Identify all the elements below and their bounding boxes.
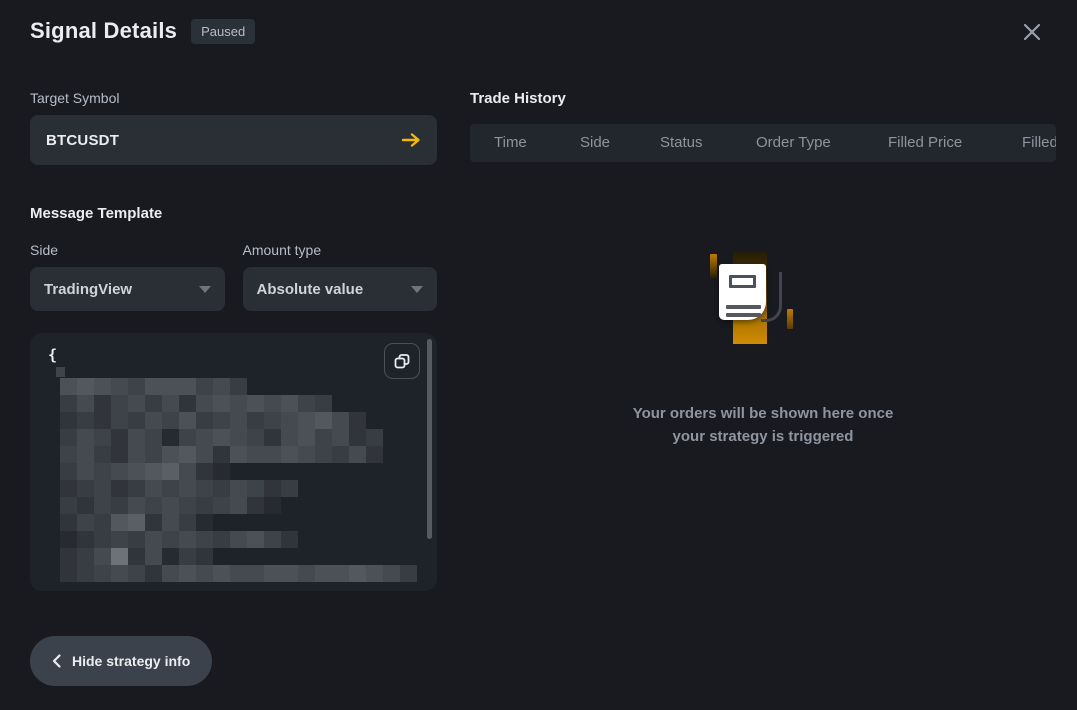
- target-symbol-input[interactable]: BTCUSDT: [30, 115, 437, 165]
- side-select[interactable]: TradingView: [30, 267, 225, 311]
- trade-history-heading: Trade History: [470, 90, 1056, 107]
- modal-header: Signal Details Paused: [30, 16, 1077, 46]
- trade-history-header-row: Time Side Status Order Type Filled Price Fill…: [470, 124, 1056, 162]
- side-label: Side: [30, 242, 225, 258]
- amount-type-select[interactable]: Absolute value: [243, 267, 438, 311]
- arrow-right-icon[interactable]: [401, 132, 421, 148]
- column-header-filled: Filled: [1022, 124, 1056, 162]
- empty-state: Your orders will be shown here once your…: [470, 252, 1056, 448]
- column-header-side: Side: [580, 124, 610, 162]
- side-field: Side TradingView: [30, 242, 225, 311]
- copy-button[interactable]: [384, 343, 420, 379]
- receipt-header-box: [729, 275, 756, 288]
- message-template-heading: Message Template: [30, 205, 437, 222]
- side-select-value: TradingView: [44, 281, 132, 298]
- status-badge: Paused: [191, 19, 255, 44]
- close-button[interactable]: [1020, 20, 1044, 44]
- amount-type-field: Amount type Absolute value: [243, 242, 438, 311]
- empty-state-message: Your orders will be shown here once your…: [470, 402, 1056, 448]
- amount-type-select-value: Absolute value: [257, 281, 364, 298]
- modal-body: Target Symbol BTCUSDT Message Template S…: [30, 90, 1077, 686]
- strategy-info-panel: Target Symbol BTCUSDT Message Template S…: [30, 90, 437, 686]
- target-symbol-label: Target Symbol: [30, 90, 437, 106]
- redacted-code-content: [60, 378, 419, 582]
- copy-icon: [394, 353, 410, 369]
- candle-bar-left: [710, 254, 717, 278]
- code-scrollbar[interactable]: [427, 339, 432, 539]
- target-symbol-value: BTCUSDT: [46, 132, 119, 149]
- column-header-order-type: Order Type: [756, 124, 831, 162]
- hide-strategy-info-label: Hide strategy info: [72, 653, 190, 669]
- message-template-code-block[interactable]: {: [30, 333, 437, 591]
- column-header-filled-price: Filled Price: [888, 124, 962, 162]
- empty-orders-illustration: [703, 252, 823, 352]
- chevron-left-icon: [52, 654, 61, 668]
- receipt-line: [726, 305, 761, 309]
- template-options-row: Side TradingView Amount type Absolute va…: [30, 242, 437, 311]
- candle-bar-right: [787, 309, 793, 329]
- column-header-status: Status: [660, 124, 703, 162]
- empty-state-line2: your strategy is triggered: [673, 428, 854, 445]
- empty-state-line1: Your orders will be shown here once: [633, 405, 894, 422]
- page-title: Signal Details: [30, 18, 177, 44]
- code-cursor-block: [56, 367, 65, 377]
- hide-strategy-info-button[interactable]: Hide strategy info: [30, 636, 212, 686]
- close-icon: [1023, 23, 1041, 41]
- column-header-time: Time: [494, 124, 527, 162]
- chevron-down-icon: [199, 286, 211, 293]
- receipt-line: [726, 313, 761, 317]
- code-open-brace: {: [48, 346, 57, 364]
- trade-history-panel: Trade History Time Side Status Order Type Fi…: [470, 90, 1077, 686]
- amount-type-label: Amount type: [243, 242, 438, 258]
- chevron-down-icon: [411, 286, 423, 293]
- order-receipt-icon: [719, 264, 766, 320]
- signal-details-modal: Signal Details Paused Target Symbol BTCU…: [0, 0, 1077, 710]
